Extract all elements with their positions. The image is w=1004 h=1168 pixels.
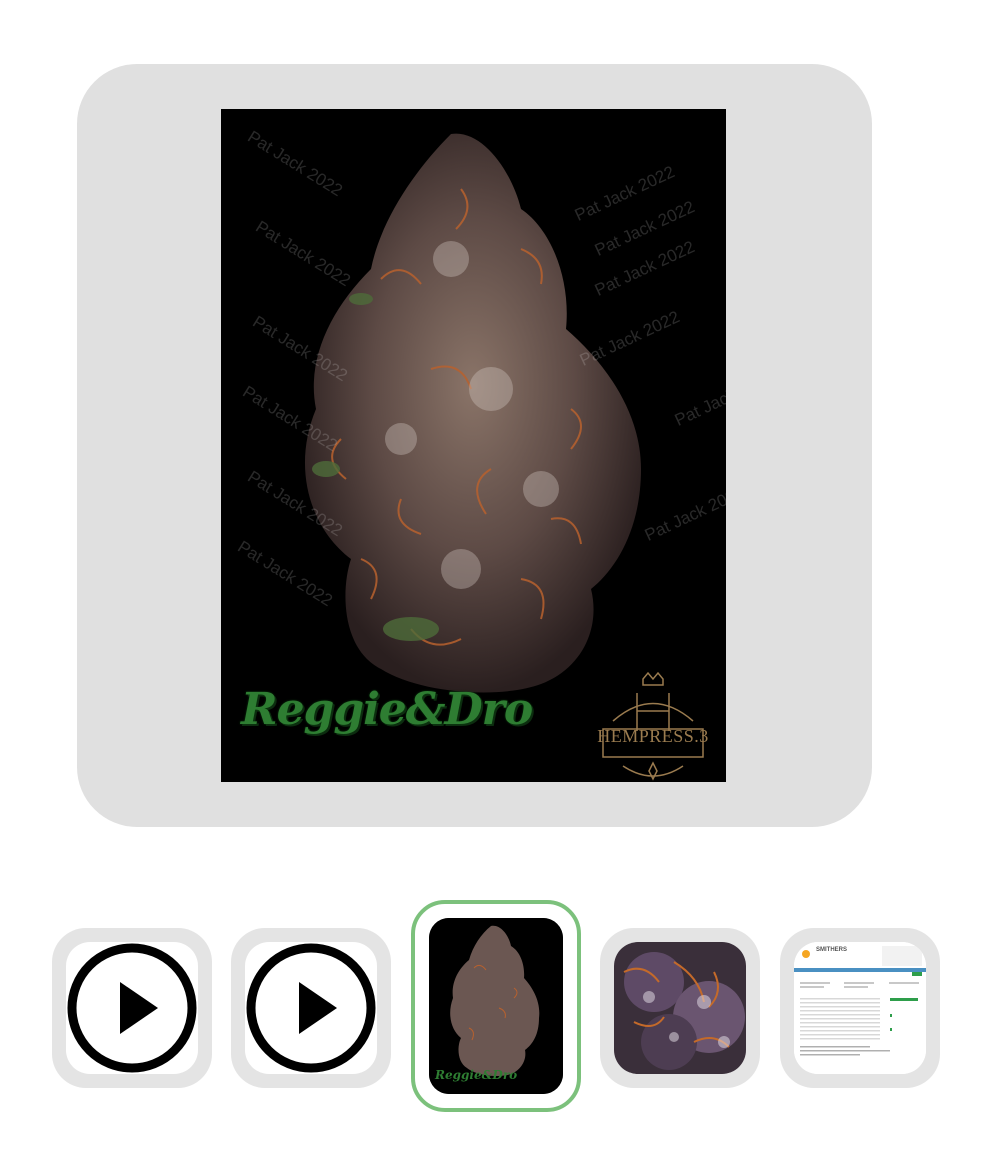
reggie-dro-logo: Reggie&Dro bbox=[241, 684, 533, 735]
thumbnail-lab-report[interactable]: SMITHERS bbox=[780, 928, 940, 1088]
lab-brand-text: SMITHERS bbox=[816, 947, 848, 953]
hempress-label: HEMPRESS.3 bbox=[597, 726, 709, 746]
main-product-image[interactable]: Pat Jack 2022 Pat Jack 2022 Pat Jack 202… bbox=[221, 109, 726, 782]
hempress-logo: HEMPRESS.3 bbox=[593, 671, 713, 782]
reggie-dro-logo: Reggie&Dro bbox=[435, 1068, 518, 1082]
thumbnail-image-selected[interactable]: Reggie&Dro bbox=[411, 900, 581, 1112]
play-icon bbox=[246, 943, 376, 1073]
play-icon bbox=[67, 943, 197, 1073]
thumbnail-video-1[interactable] bbox=[52, 928, 212, 1088]
thumbnail-video-2[interactable] bbox=[231, 928, 391, 1088]
thumbnail-image-closeup[interactable] bbox=[600, 928, 760, 1088]
bud-closeup-image bbox=[614, 942, 746, 1074]
lab-report-image bbox=[794, 942, 926, 1074]
